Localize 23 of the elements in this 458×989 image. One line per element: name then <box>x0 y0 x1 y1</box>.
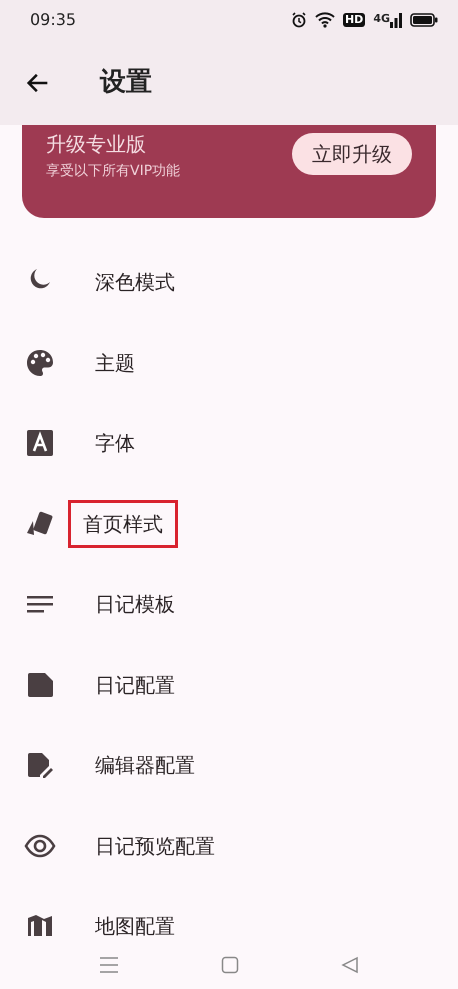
alarm-icon <box>290 12 307 28</box>
settings-item[interactable]: 字体 <box>80 419 150 468</box>
settings-item[interactable]: 首页样式 <box>68 500 178 548</box>
settings-item[interactable]: 日记模板 <box>80 580 190 628</box>
settings-item[interactable]: 主题 <box>80 338 150 387</box>
upgrade-button[interactable]: 立即升级 <box>292 133 412 175</box>
banner-subtitle: 享受以下所有VIP功能 <box>46 162 180 181</box>
back-triangle-icon[interactable] <box>341 956 359 974</box>
status-time: 09:35 <box>30 9 76 31</box>
banner-title: 升级专业版 <box>46 131 147 158</box>
hd-indicator: HD <box>342 13 366 27</box>
settings-item[interactable]: 深色模式 <box>80 258 190 306</box>
menu-icon[interactable] <box>99 956 119 974</box>
network-type: 4G <box>373 12 390 24</box>
wifi-icon <box>314 12 335 28</box>
settings-item[interactable]: 日记配置 <box>80 660 190 709</box>
settings-item[interactable]: 地图配置 <box>80 902 190 950</box>
signal-icon <box>390 12 402 28</box>
settings-item[interactable]: 日记预览配置 <box>80 822 230 870</box>
settings-item[interactable]: 编辑器配置 <box>80 741 210 790</box>
page-title: 设置 <box>100 66 152 99</box>
battery-icon <box>410 13 438 27</box>
home-icon[interactable] <box>221 956 239 974</box>
